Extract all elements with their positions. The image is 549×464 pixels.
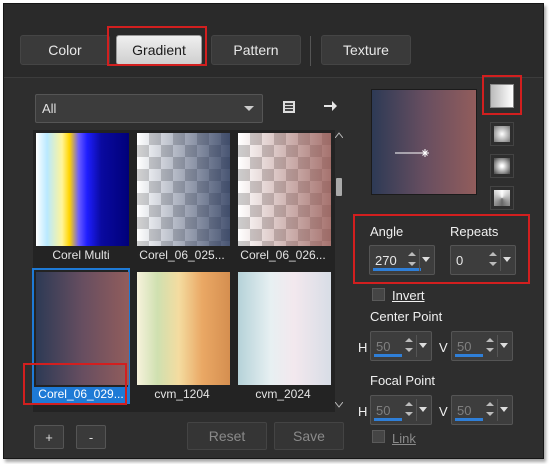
save-button[interactable]: Save bbox=[274, 422, 344, 450]
gradient-thumb-corel-06-026[interactable]: Corel_06_026... bbox=[235, 130, 331, 264]
angle-dropdown[interactable] bbox=[419, 249, 432, 271]
scroll-down-icon[interactable] bbox=[335, 402, 343, 408]
gradient-thumb-cvm-2024[interactable]: cvm_2024 bbox=[235, 269, 331, 403]
gradient-swatch bbox=[137, 272, 230, 385]
tab-color[interactable]: Color bbox=[20, 35, 110, 65]
center-h-label: H bbox=[358, 340, 368, 355]
rectangular-style-icon[interactable] bbox=[490, 122, 514, 146]
tab-separator bbox=[310, 36, 311, 66]
gradient-label: Corel Multi bbox=[52, 248, 110, 262]
center-point-label: Center Point bbox=[370, 309, 443, 324]
gradient-label: Corel_06_026... bbox=[240, 248, 326, 262]
gradient-label: cvm_2024 bbox=[255, 387, 311, 401]
scroll-up-icon[interactable] bbox=[335, 132, 343, 138]
link-checkbox[interactable] bbox=[372, 430, 385, 443]
category-select-value: All bbox=[42, 101, 57, 116]
angle-handle-icon[interactable] bbox=[395, 148, 435, 158]
repeats-dropdown[interactable] bbox=[500, 249, 513, 271]
angle-label: Angle bbox=[370, 224, 404, 239]
gradient-swatch bbox=[36, 133, 129, 246]
gradient-swatch bbox=[137, 133, 230, 246]
radial-style-icon[interactable] bbox=[490, 154, 514, 178]
material-properties-dialog: Color Gradient Pattern Texture All Corel… bbox=[3, 3, 544, 459]
gradient-label: Corel_06_029... bbox=[33, 387, 129, 403]
gradient-thumb-corel-06-025[interactable]: Corel_06_025... bbox=[134, 130, 230, 264]
gradient-label: Corel_06_025... bbox=[139, 248, 225, 262]
focal-h-slider-bar[interactable] bbox=[374, 418, 402, 421]
focal-h-spinbox[interactable]: 50 bbox=[370, 395, 432, 425]
gradient-thumb-corel-multi[interactable]: Corel Multi bbox=[33, 130, 129, 264]
center-h-spinbox[interactable]: 50 bbox=[370, 331, 432, 361]
focal-v-slider-bar[interactable] bbox=[455, 418, 483, 421]
focal-v-spinbox[interactable]: 50 bbox=[451, 395, 513, 425]
add-gradient-button[interactable]: + bbox=[34, 425, 64, 449]
center-v-label: V bbox=[439, 340, 448, 355]
gradient-folder-icon[interactable] bbox=[280, 98, 298, 116]
gradient-preview[interactable] bbox=[371, 89, 477, 195]
reset-button[interactable]: Reset bbox=[187, 422, 267, 450]
repeats-label: Repeats bbox=[450, 224, 499, 239]
gradient-thumb-cvm-1204[interactable]: cvm_1204 bbox=[134, 269, 230, 403]
angle-stepper[interactable] bbox=[406, 249, 418, 271]
gradient-label: cvm_1204 bbox=[154, 387, 210, 401]
center-h-slider-bar[interactable] bbox=[374, 354, 402, 357]
category-select[interactable]: All bbox=[35, 94, 263, 123]
scroll-thumb[interactable] bbox=[336, 178, 342, 196]
invert-label: Invert bbox=[392, 288, 425, 303]
focal-point-label: Focal Point bbox=[370, 373, 436, 388]
gradient-swatch bbox=[238, 133, 331, 246]
caret-down-icon bbox=[244, 106, 254, 111]
gradient-gallery: Corel Multi Corel_06_025... Corel_06_026… bbox=[32, 130, 335, 412]
linear-style-icon[interactable] bbox=[490, 84, 514, 108]
sunburst-style-icon[interactable] bbox=[490, 186, 514, 210]
gradient-swatch bbox=[238, 272, 331, 385]
tab-gradient[interactable]: Gradient bbox=[116, 35, 202, 65]
focal-h-label: H bbox=[358, 404, 368, 419]
repeats-spinbox[interactable]: 0 bbox=[450, 245, 516, 275]
repeats-stepper[interactable] bbox=[487, 249, 499, 271]
focal-v-label: V bbox=[439, 404, 448, 419]
center-v-spinbox[interactable]: 50 bbox=[451, 331, 513, 361]
gradient-thumb-corel-06-029[interactable]: Corel_06_029... bbox=[32, 268, 130, 404]
center-v-slider-bar[interactable] bbox=[455, 354, 483, 357]
link-label: Link bbox=[392, 431, 416, 446]
tab-texture[interactable]: Texture bbox=[321, 35, 411, 65]
tab-pattern[interactable]: Pattern bbox=[211, 35, 301, 65]
gradient-swatch bbox=[36, 272, 129, 385]
angle-spinbox[interactable]: 270 bbox=[369, 245, 435, 275]
tab-bar: Color Gradient Pattern Texture bbox=[4, 4, 543, 78]
remove-gradient-button[interactable]: - bbox=[76, 425, 106, 449]
invert-checkbox[interactable] bbox=[372, 288, 385, 301]
gallery-scrollbar[interactable] bbox=[334, 132, 344, 408]
arrow-right-icon[interactable] bbox=[320, 96, 340, 116]
